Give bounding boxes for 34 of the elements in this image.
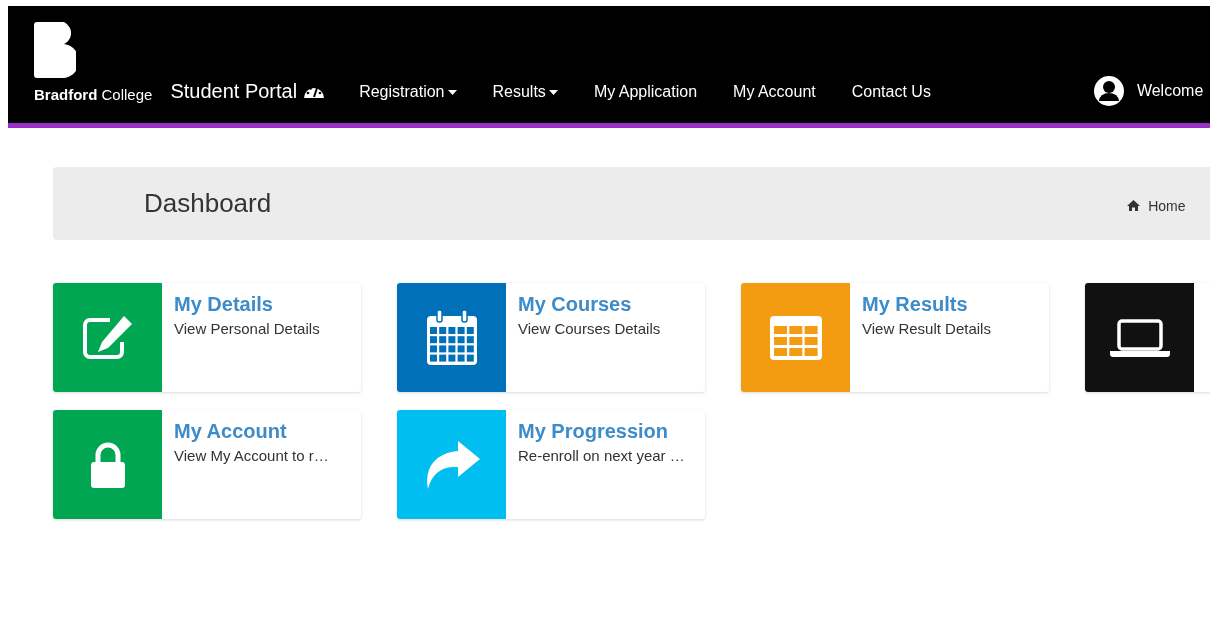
tile-description: View Personal Details: [174, 320, 320, 337]
tile-title[interactable]: My Progression: [518, 420, 685, 443]
page-title: Dashboard: [144, 188, 272, 219]
tile-description: Re-enroll on next year …: [518, 447, 685, 464]
laptop-icon: [1109, 318, 1170, 357]
tile-title[interactable]: My Account: [174, 420, 329, 443]
nav-link[interactable]: Registration: [359, 81, 457, 103]
nav-link[interactable]: My Account: [733, 81, 816, 103]
calendar-icon: [425, 309, 478, 366]
logo-icon: [34, 22, 76, 78]
tile-description: View My Account to r…: [174, 447, 329, 464]
dashboard-tile[interactable]: My Results View Result Details: [741, 283, 1049, 392]
tile-description: View Courses Details: [518, 320, 661, 337]
dashboard-tile[interactable]: My Progression Re-enroll on next year …: [397, 410, 705, 519]
welcome-text: Welcome: [1136, 82, 1204, 100]
nav-link[interactable]: Results: [492, 81, 558, 103]
dashboard-tile[interactable]: My Account View My Account to r…: [53, 410, 361, 519]
tile-title[interactable]: My Courses: [518, 293, 661, 316]
tile-description: View Result Details: [862, 320, 991, 337]
logo-text: Bradford College: [34, 86, 153, 103]
caret-icon: [447, 89, 457, 95]
tile-title[interactable]: My Results: [862, 293, 991, 316]
dashboard-tile[interactable]: My Courses View Courses Details: [397, 283, 705, 392]
breadcrumb-link[interactable]: Home: [1148, 197, 1186, 214]
lock-icon: [88, 441, 127, 488]
portal-title: Student Portal: [170, 79, 298, 103]
user-avatar-icon[interactable]: [1092, 75, 1125, 107]
dashboard-tile[interactable]: My Details View Personal Details: [53, 283, 361, 392]
nav-link[interactable]: My Application: [593, 81, 698, 103]
tile-title[interactable]: My Details: [174, 293, 320, 316]
caret-icon: [548, 89, 558, 95]
nav-link[interactable]: Contact Us: [851, 81, 931, 103]
table-icon: [769, 315, 822, 360]
home-icon: [1127, 200, 1141, 211]
